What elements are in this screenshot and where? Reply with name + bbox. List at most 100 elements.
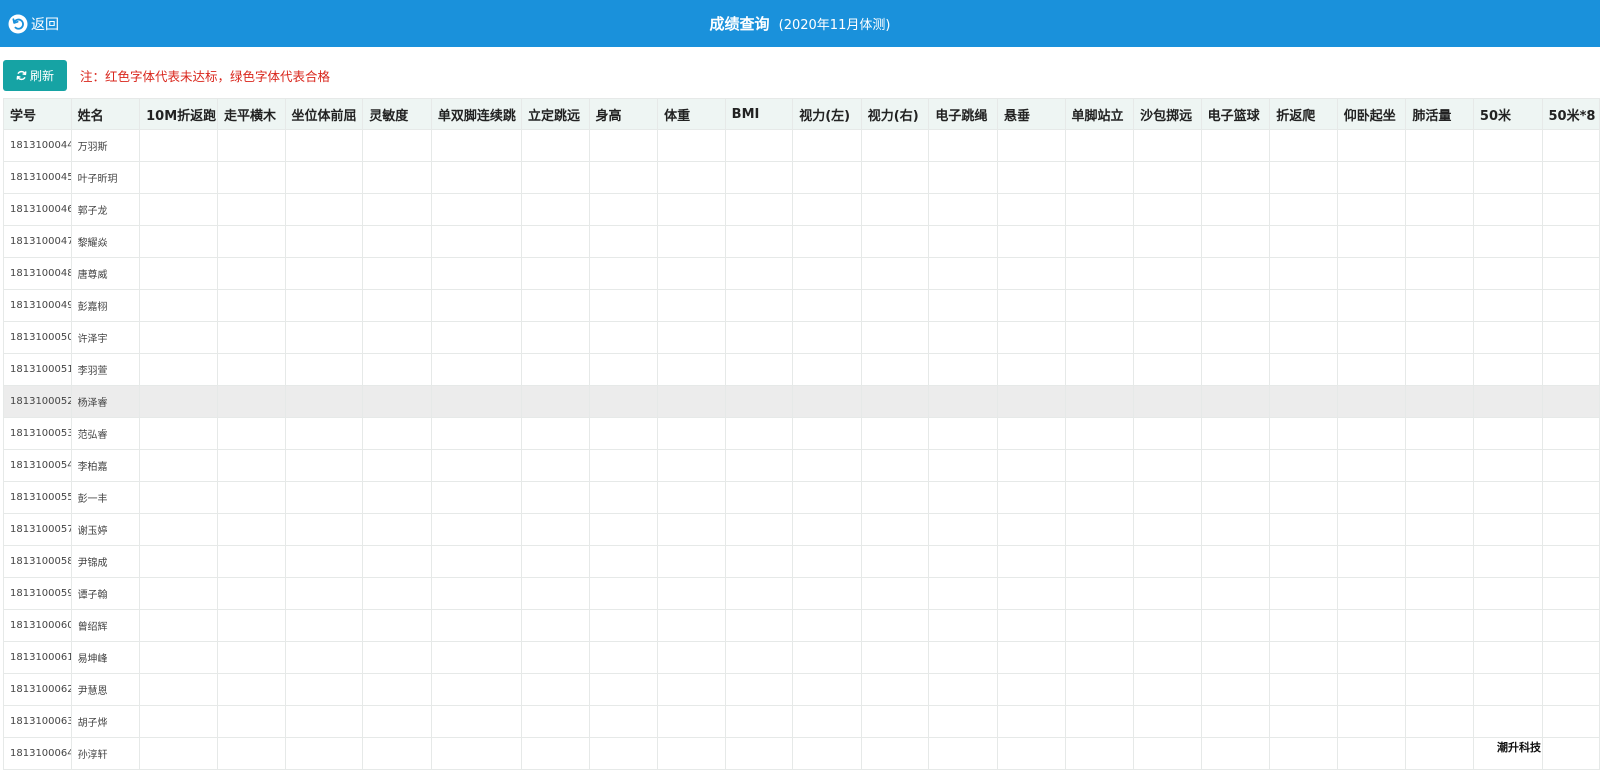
table-row[interactable]: 1813100044 万羽斯 [3,129,1600,162]
score-cell [139,737,218,770]
score-cell [1133,353,1202,386]
score-cell [1472,385,1543,418]
score-cell [860,481,930,514]
score-cell [792,545,862,578]
score-cell [1064,705,1135,738]
score-cell [1133,161,1202,194]
score-cell [860,609,930,642]
score-cell [1336,289,1407,322]
score-cell [928,193,998,226]
score-cell [657,321,726,354]
score-cell [588,129,659,162]
score-cell [928,449,998,482]
student-id-cell: 1813100059 [3,577,72,610]
score-cell [362,257,432,290]
score-cell [430,385,522,418]
table-row[interactable]: 1813100055 彭一丰 [3,481,1600,514]
score-cell [216,481,286,514]
score-cell [216,449,286,482]
table-row[interactable]: 1813100058 尹锦成 [3,545,1600,578]
score-cell [1405,385,1474,418]
table-row[interactable]: 1813100062 尹慧恩 [3,673,1600,706]
score-cell [430,129,522,162]
score-cell [588,321,659,354]
table-row[interactable]: 1813100047 黎耀焱 [3,225,1600,258]
score-cell [1405,417,1474,450]
score-cell [139,385,218,418]
table-row[interactable]: 1813100048 唐尊威 [3,257,1600,290]
score-cell [1541,673,1600,706]
table-row[interactable]: 1813100057 谢玉婷 [3,513,1600,546]
score-cell [792,161,862,194]
student-id-cell: 1813100053 [3,417,72,450]
table-row[interactable]: 1813100046 郭子龙 [3,193,1600,226]
score-cell [430,513,522,546]
score-cell [139,577,218,610]
score-cell [1405,641,1474,674]
column-header: 单脚站立 [1064,98,1135,130]
table-row[interactable]: 1813100054 李柏嘉 [3,449,1600,482]
score-table: 学号 姓名 10M折返跑 走平横木 坐位体前屈 灵敏度 单双脚连续跳 立定跳远 身高 体重 BMI 视… [3,98,1600,770]
score-cell [1133,609,1202,642]
score-cell [996,609,1066,642]
score-cell [430,417,522,450]
score-cell [928,385,998,418]
score-cell [520,161,590,194]
score-cell [362,609,432,642]
table-row[interactable]: 1813100045 叶子昕玥 [3,161,1600,194]
top-bar: 返回 成绩查询 (2020年11月体测) [0,0,1600,47]
student-id-cell: 1813100045 [3,161,72,194]
score-cell [139,673,218,706]
table-row[interactable]: 1813100064 孙淳轩 [3,737,1600,770]
score-cell [860,641,930,674]
score-cell [860,513,930,546]
table-row[interactable]: 1813100053 范弘睿 [3,417,1600,450]
table-row[interactable]: 1813100050 许泽宇 [3,321,1600,354]
score-cell [430,705,522,738]
score-cell [1269,257,1338,290]
score-cell [1064,257,1135,290]
score-cell [362,289,432,322]
score-cell [588,417,659,450]
table-row[interactable]: 1813100059 谭子翰 [3,577,1600,610]
table-row[interactable]: 1813100063 胡子烨 [3,705,1600,738]
table-row[interactable]: 1813100061 易坤峰 [3,641,1600,674]
score-cell [996,449,1066,482]
table-row[interactable]: 1813100052 杨泽睿 [3,385,1600,418]
score-cell [1269,385,1338,418]
score-cell [724,193,794,226]
score-cell [1133,417,1202,450]
student-id-cell: 1813100044 [3,129,72,162]
score-cell [520,545,590,578]
score-cell [1064,385,1135,418]
score-cell [1336,513,1407,546]
score-cell [1269,193,1338,226]
score-cell [216,193,286,226]
table-row[interactable]: 1813100060 曾绍辉 [3,609,1600,642]
score-cell [362,353,432,386]
student-name-cell: 谭子翰 [70,577,141,610]
score-cell [1336,609,1407,642]
score-cell [1133,641,1202,674]
score-cell [588,673,659,706]
score-cell [996,641,1066,674]
table-row[interactable]: 1813100049 彭嘉栩 [3,289,1600,322]
score-cell [860,289,930,322]
score-cell [520,449,590,482]
score-cell [657,609,726,642]
score-cell [1405,225,1474,258]
table-row[interactable]: 1813100051 李羽萱 [3,353,1600,386]
score-cell [1541,481,1600,514]
score-cell [139,481,218,514]
score-cell [1200,385,1271,418]
score-cell [284,481,364,514]
score-cell [996,225,1066,258]
score-cell [1064,641,1135,674]
score-cell [1200,161,1271,194]
score-cell [860,385,930,418]
score-cell [928,609,998,642]
score-cell [430,353,522,386]
refresh-button[interactable]: 刷新 [3,60,67,91]
score-cell [1336,673,1407,706]
score-cell [362,193,432,226]
